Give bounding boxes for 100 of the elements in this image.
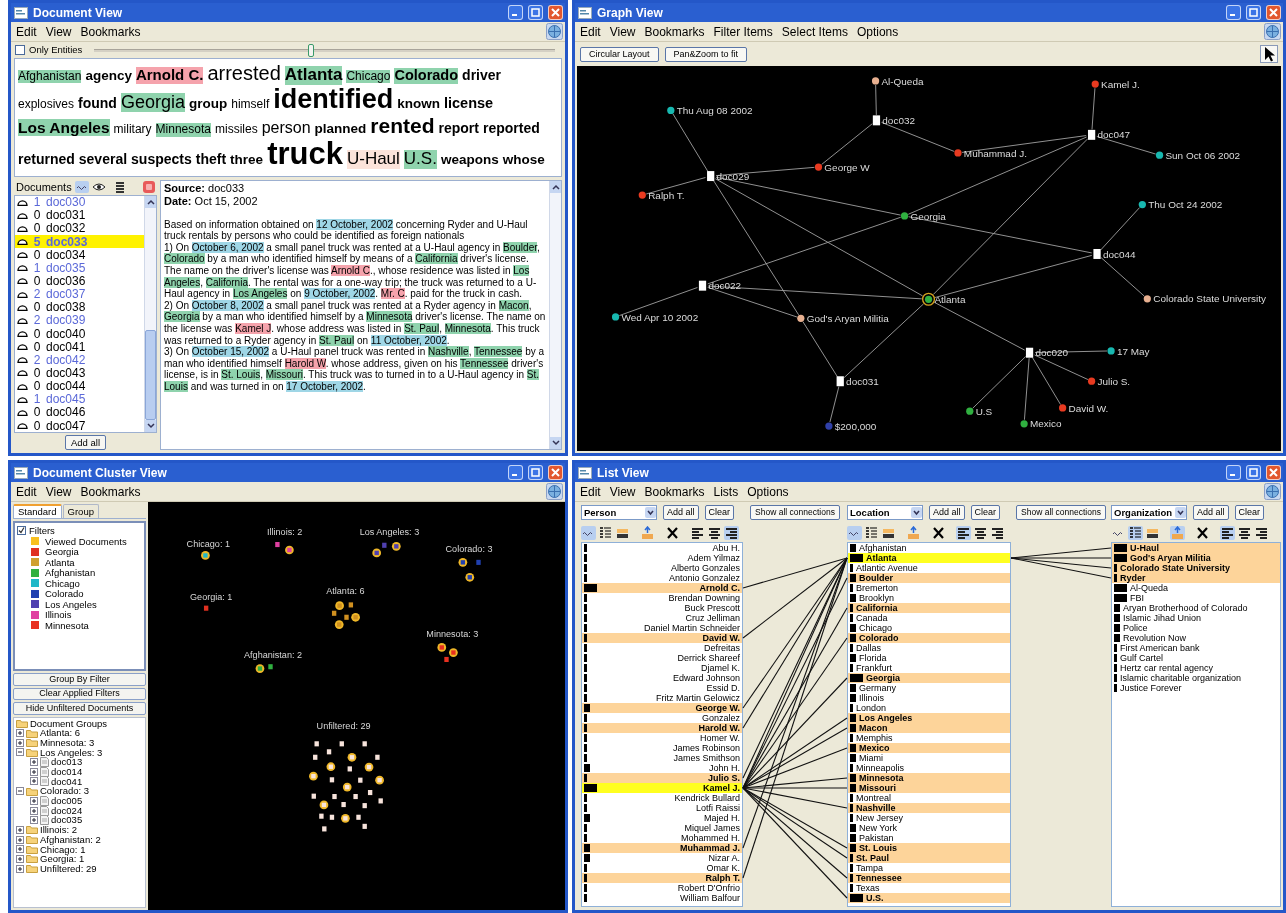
dropdown[interactable]: Location xyxy=(847,505,923,520)
list-item[interactable]: Revolution Now xyxy=(1112,633,1280,643)
list-item[interactable]: Missouri xyxy=(848,783,1010,793)
list-item[interactable]: Buck Prescott xyxy=(582,603,742,613)
list-item[interactable]: Tampa xyxy=(848,863,1010,873)
filter-item[interactable]: Georgia xyxy=(17,546,142,557)
list-item[interactable]: Muhammad J. xyxy=(582,843,742,853)
add-all-button[interactable]: Add all xyxy=(929,505,965,520)
cloud-word[interactable]: theft xyxy=(195,152,227,168)
tree-item[interactable]: doc041 xyxy=(51,776,83,787)
menu-item[interactable]: Lists xyxy=(713,482,739,501)
document-row[interactable]: 0 doc041 xyxy=(15,340,144,354)
list-item[interactable]: U-Haul xyxy=(1112,543,1280,553)
tree-item[interactable]: Document Groups xyxy=(30,718,108,729)
tree-item[interactable]: Atlanta: 6 xyxy=(40,728,81,738)
list-item[interactable]: Defreitas xyxy=(582,643,742,653)
cloud-word[interactable]: three xyxy=(230,153,264,169)
list-item[interactable]: Derrick Shareef xyxy=(582,653,742,663)
list-item[interactable]: James Smithson xyxy=(582,753,742,763)
list-item[interactable]: Ryder xyxy=(1112,573,1280,583)
document-row[interactable]: 0 doc036 xyxy=(15,274,144,288)
clear-button[interactable]: Clear xyxy=(1234,505,1265,520)
document-row[interactable]: 0 doc040 xyxy=(15,326,144,341)
cloud-word[interactable]: Colorado xyxy=(394,68,459,84)
menu-item[interactable]: View xyxy=(45,482,72,501)
cloud-word[interactable]: truck xyxy=(267,137,343,172)
cloud-word[interactable]: U.S. xyxy=(403,150,437,170)
cloud-word[interactable]: Chicago xyxy=(346,70,391,84)
list-item[interactable]: Djamel K. xyxy=(582,663,742,673)
tree-item[interactable]: doc014 xyxy=(51,767,83,777)
list-item[interactable]: Edward Johnson xyxy=(582,673,742,683)
document-row[interactable]: 2 doc042 xyxy=(15,353,144,367)
menu-item[interactable]: Filter Items xyxy=(713,22,773,41)
list-item[interactable]: Colorado xyxy=(848,633,1010,643)
document-row[interactable]: 0 doc043 xyxy=(15,366,144,380)
document-row[interactable]: 1 doc045 xyxy=(15,392,144,406)
add-all-button[interactable]: Add all xyxy=(64,435,107,450)
filter-item[interactable]: Chicago xyxy=(17,578,142,589)
cloud-word[interactable]: Georgia xyxy=(120,92,185,113)
list-item[interactable]: Daniel Martin Schneider xyxy=(582,623,742,633)
list-item[interactable]: Canada xyxy=(848,613,1010,623)
filter-button[interactable]: Hide Unfiltered Documents xyxy=(13,702,146,715)
cloud-word[interactable]: weapons xyxy=(440,153,499,169)
list-item[interactable]: Hertz car rental agency xyxy=(1112,663,1280,673)
cloud-word[interactable]: himself xyxy=(231,97,270,111)
cloud-word[interactable]: military xyxy=(113,123,152,137)
list-item[interactable]: Al-Queda xyxy=(1112,583,1280,593)
cloud-word[interactable]: several xyxy=(78,152,128,168)
list-item[interactable]: Colorado State University xyxy=(1112,563,1280,573)
list-item[interactable]: Harold W. xyxy=(582,723,742,733)
list-item[interactable]: Robert D'Onfrio xyxy=(582,883,742,893)
list-item[interactable]: Gulf Cartel xyxy=(1112,653,1280,663)
document-row[interactable]: 0 doc031 xyxy=(15,208,144,222)
cloud-word[interactable]: agency xyxy=(85,69,132,84)
filter-item[interactable]: Colorado xyxy=(17,588,142,599)
list-item[interactable]: Los Angeles xyxy=(848,713,1010,723)
menu-item[interactable]: Edit xyxy=(16,22,37,41)
list-item[interactable]: Minneapolis xyxy=(848,763,1010,773)
document-row[interactable]: 0 doc046 xyxy=(15,405,144,419)
tree-item[interactable]: Minnesota: 3 xyxy=(40,737,95,748)
list-item[interactable]: Alberto Gonzales xyxy=(582,563,742,573)
list-item[interactable]: Islamic Jihad Union xyxy=(1112,613,1280,623)
list-item[interactable]: Gonzalez xyxy=(582,713,742,723)
add-all-button[interactable]: Add all xyxy=(663,505,699,520)
tree-item[interactable]: Chicago: 1 xyxy=(40,844,86,855)
tab[interactable]: Group xyxy=(62,504,99,518)
cloud-word[interactable]: Los Angeles xyxy=(18,119,110,137)
list-item[interactable]: David W. xyxy=(582,633,742,643)
filter-item[interactable]: Viewed Documents xyxy=(17,536,142,547)
list-item[interactable]: Minnesota xyxy=(848,773,1010,783)
list-item[interactable]: Nashville xyxy=(848,803,1010,813)
list-item[interactable]: Montreal xyxy=(848,793,1010,803)
list-item[interactable]: Mohammed H. xyxy=(582,833,742,843)
menu-item[interactable]: View xyxy=(609,22,636,41)
list-item[interactable]: Tennessee xyxy=(848,873,1010,883)
tree-item[interactable]: Colorado: 3 xyxy=(40,786,90,796)
cloud-word[interactable]: group xyxy=(188,96,228,112)
list-item[interactable]: Abu H. xyxy=(582,543,742,553)
list-item[interactable]: Fritz Martin Gelowicz xyxy=(582,693,742,703)
cloud-word[interactable]: missiles xyxy=(214,123,258,137)
menu-item[interactable]: Edit xyxy=(16,482,37,501)
list-item[interactable]: Kamel J. xyxy=(582,783,742,793)
list-item[interactable]: Texas xyxy=(848,883,1010,893)
list-item[interactable]: St. Louis xyxy=(848,843,1010,853)
filter-item[interactable]: Los Angeles xyxy=(17,599,142,610)
tab[interactable]: Standard xyxy=(13,504,62,518)
list-item[interactable]: Justice Forever xyxy=(1112,683,1280,693)
cloud-word[interactable]: person xyxy=(261,119,311,137)
list-item[interactable]: Florida xyxy=(848,653,1010,663)
filter-button[interactable]: Group By Filter xyxy=(13,673,146,686)
list-item[interactable]: Omar K. xyxy=(582,863,742,873)
list-item[interactable]: Police xyxy=(1112,623,1280,633)
list-item[interactable]: Miami xyxy=(848,753,1010,763)
cloud-word[interactable]: Arnold C. xyxy=(135,67,204,84)
list-item[interactable]: Germany xyxy=(848,683,1010,693)
list-item[interactable]: New York xyxy=(848,823,1010,833)
list-item[interactable]: William Balfour xyxy=(582,893,742,903)
cloud-word[interactable]: Minnesota xyxy=(155,123,211,137)
connections-button[interactable]: Show all connections xyxy=(1016,505,1106,520)
menu-item[interactable]: Bookmarks xyxy=(644,482,705,501)
